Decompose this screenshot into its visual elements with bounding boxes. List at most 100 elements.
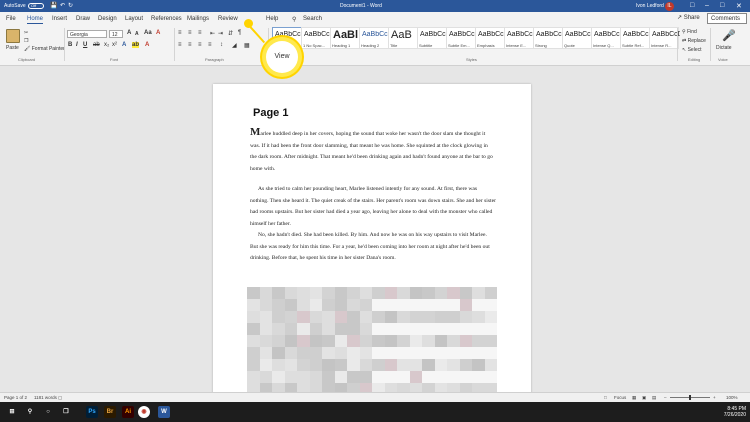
search-label[interactable]: Search [303, 16, 322, 22]
page-heading[interactable]: Page 1 [253, 107, 288, 119]
photoshop-icon[interactable]: Ps [86, 406, 98, 418]
multilevel-list-icon[interactable]: ≡ [198, 30, 202, 36]
maximize-icon[interactable]: □ [720, 2, 724, 9]
replace-button[interactable]: ⇄ Replace [682, 38, 706, 44]
style-item[interactable]: AaBbCcDd Strong [533, 27, 564, 49]
tab-references[interactable]: References [151, 16, 182, 22]
strikethrough-button[interactable]: ab [93, 42, 100, 48]
share-button[interactable]: ↗ Share [677, 14, 700, 21]
page-count[interactable]: Page 1 of 2 [4, 395, 27, 400]
bold-button[interactable]: B [68, 42, 72, 48]
decrease-indent-icon[interactable]: ⇤ [210, 30, 215, 37]
style-item[interactable]: AaBbCcDd Quote [562, 27, 593, 49]
zoom-level[interactable]: 100% [726, 395, 738, 400]
tab-review[interactable]: Review [218, 16, 238, 22]
copy-button[interactable]: ❐ [24, 38, 28, 44]
search-icon[interactable]: ⚲ [24, 406, 36, 418]
cortana-icon[interactable]: ○ [42, 406, 54, 418]
align-center-icon[interactable]: ≡ [188, 42, 192, 48]
save-icon[interactable]: 💾 [50, 2, 57, 9]
numbering-icon[interactable]: ≡ [188, 30, 192, 36]
tab-insert[interactable]: Insert [52, 16, 67, 22]
user-name[interactable]: Ivon Ledford [636, 3, 664, 9]
underline-button[interactable]: U [83, 42, 87, 48]
shrink-font-icon[interactable]: A [135, 31, 139, 37]
ribbon-display-icon[interactable]: □ [690, 2, 694, 9]
task-view-icon[interactable]: ❐ [60, 406, 72, 418]
line-spacing-icon[interactable]: ↕ [220, 42, 223, 48]
read-mode-icon[interactable]: ▦ [632, 395, 636, 401]
sort-icon[interactable]: ⇵ [228, 30, 233, 37]
document-page[interactable]: Page 1 Marlee huddled deep in her covers… [213, 84, 531, 392]
find-button[interactable]: ⚲ Find [682, 29, 697, 35]
justify-icon[interactable]: ≡ [208, 42, 212, 48]
redo-icon[interactable]: ↻ [68, 2, 73, 9]
select-button[interactable]: ↖ Select [682, 47, 702, 53]
tab-help[interactable]: Help [266, 16, 278, 22]
clear-formatting-icon[interactable]: A [156, 30, 160, 36]
increase-indent-icon[interactable]: ⇥ [218, 30, 223, 37]
close-icon[interactable]: ✕ [736, 2, 742, 10]
print-layout-icon[interactable]: ▣ [642, 395, 646, 401]
style-item[interactable]: AaBbCcC Heading 2 [359, 27, 390, 49]
font-family-select[interactable]: Georgia [67, 30, 107, 38]
borders-icon[interactable]: ▦ [244, 42, 250, 49]
zoom-slider-thumb[interactable] [689, 395, 691, 400]
paragraph[interactable]: No, she hadn't died. She had been killed… [250, 230, 496, 265]
style-item[interactable]: AaBl Heading 1 [330, 27, 360, 49]
word-count[interactable]: 1181 words [34, 395, 57, 400]
view-tab-callout[interactable]: View [262, 37, 302, 77]
windows-start-icon[interactable]: ⊞ [6, 406, 18, 418]
proofing-icon[interactable]: ▢ [58, 395, 62, 401]
bridge-icon[interactable]: Br [104, 406, 116, 418]
style-item[interactable]: AaBbCcDd Intense Q... [591, 27, 622, 49]
minimize-icon[interactable]: – [705, 2, 709, 9]
show-marks-icon[interactable]: ¶ [238, 30, 241, 36]
style-item[interactable]: AaBbCcDd Subtle Em... [446, 27, 477, 49]
tab-mailings[interactable]: Mailings [187, 16, 209, 22]
highlight-icon[interactable]: ab [132, 42, 140, 48]
font-color-icon[interactable]: A [145, 42, 149, 48]
dictate-button[interactable]: Dictate [716, 45, 732, 51]
illustrator-icon[interactable]: Ai [122, 406, 134, 418]
style-item[interactable]: AaBbCcDd Subtle Ref... [620, 27, 651, 49]
zoom-out-icon[interactable]: – [664, 395, 667, 400]
tab-home[interactable]: Home [27, 16, 44, 24]
style-item[interactable]: AaBbCcDd Emphasis [475, 27, 506, 49]
align-left-icon[interactable]: ≡ [178, 42, 182, 48]
font-size-select[interactable]: 12 [109, 30, 123, 38]
style-item[interactable]: AaBbCcC 1 No Spac... [301, 27, 332, 49]
focus-button[interactable]: Focus [614, 395, 626, 400]
undo-icon[interactable]: ↶ [60, 2, 65, 9]
text-effects-icon[interactable]: A [122, 42, 126, 48]
microphone-icon[interactable]: 🎤 [722, 29, 736, 42]
style-item[interactable]: AaB Title [388, 27, 418, 49]
shading-icon[interactable]: ◢ [232, 42, 237, 49]
superscript-button[interactable]: x² [112, 42, 117, 48]
paste-icon[interactable] [6, 29, 20, 43]
tab-design[interactable]: Design [98, 16, 117, 22]
style-item[interactable]: AaBbCcDd Intense R... [649, 27, 680, 49]
paragraph[interactable]: Marlee huddled deep in her covers, hopin… [250, 126, 496, 175]
search-icon[interactable]: ⚲ [292, 16, 296, 23]
word-icon[interactable]: W [158, 406, 170, 418]
chrome-icon[interactable]: ◉ [138, 406, 150, 418]
align-right-icon[interactable]: ≡ [198, 42, 202, 48]
bullets-icon[interactable]: ≡ [178, 30, 182, 36]
style-item[interactable]: AaBbCcDd Intense E... [504, 27, 535, 49]
italic-button[interactable]: I [76, 42, 78, 48]
tab-draw[interactable]: Draw [76, 16, 90, 22]
system-clock[interactable]: 8:45 PM 7/26/2020 [722, 406, 746, 418]
document-area[interactable]: Page 1 Marlee huddled deep in her covers… [0, 66, 750, 392]
format-painter-button[interactable]: 🖌 Format Painter [24, 46, 65, 52]
paste-button-label[interactable]: Paste [6, 45, 19, 51]
tab-file[interactable]: File [6, 16, 16, 22]
comments-button[interactable]: Comments [707, 13, 747, 24]
autosave-toggle[interactable]: Off [28, 3, 44, 9]
zoom-in-icon[interactable]: + [713, 395, 716, 400]
tab-layout[interactable]: Layout [125, 16, 143, 22]
subscript-button[interactable]: x₂ [104, 42, 109, 48]
web-layout-icon[interactable]: ▤ [652, 395, 656, 401]
change-case-icon[interactable]: Aa [144, 30, 152, 36]
paragraph[interactable]: As she tried to calm her pounding heart,… [250, 184, 496, 230]
